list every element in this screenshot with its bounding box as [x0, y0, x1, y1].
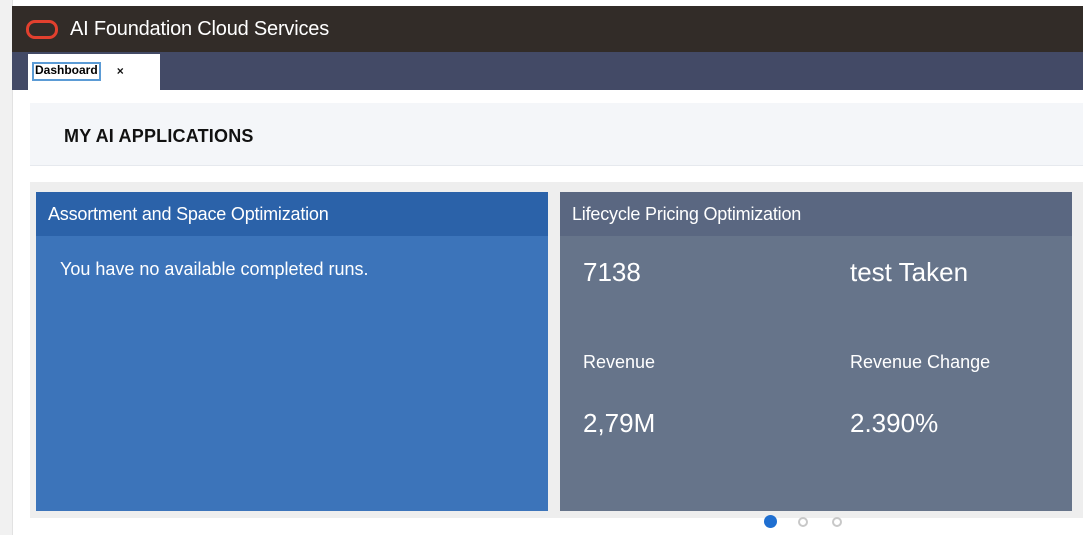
pager-dot-1[interactable] — [764, 515, 777, 528]
section-title: MY AI APPLICATIONS — [64, 126, 254, 146]
pager-dot-3[interactable] — [832, 516, 842, 527]
card-aso-message: You have no available completed runs. — [60, 259, 369, 279]
tab-dashboard-label[interactable]: Dashboard — [32, 62, 101, 81]
card-aso-header: Assortment and Space Optimization — [36, 192, 548, 236]
pager-dot-2[interactable] — [798, 516, 808, 527]
card-lpo-metric-label: test Taken — [850, 257, 969, 287]
carousel-pager — [764, 515, 866, 528]
tab-dashboard[interactable]: Dashboard × — [28, 54, 160, 90]
card-lpo-revenue-change-label: Revenue Change — [850, 352, 991, 372]
section-header: MY AI APPLICATIONS — [30, 103, 1083, 166]
card-lpo-metric-value: 7138 — [583, 257, 641, 287]
card-assortment-space-optimization[interactable]: Assortment and Space Optimization You ha… — [36, 192, 548, 511]
card-lpo-title: Lifecycle Pricing Optimization — [572, 203, 802, 224]
card-lpo-header: Lifecycle Pricing Optimization — [560, 192, 1072, 236]
app-title: AI Foundation Cloud Services — [70, 17, 329, 40]
oracle-logo-icon — [26, 19, 58, 39]
card-lpo-revenue-label: Revenue — [583, 352, 656, 372]
card-lpo-revenue-value: 2,79M — [583, 408, 656, 438]
tab-close-icon[interactable]: × — [117, 64, 124, 78]
card-lpo-revenue-change-value: 2.390% — [850, 408, 939, 438]
card-aso-title: Assortment and Space Optimization — [48, 203, 329, 224]
card-lifecycle-pricing-optimization[interactable]: Lifecycle Pricing Optimization 7138 test… — [560, 192, 1072, 511]
app-titlebar: AI Foundation Cloud Services — [12, 6, 1083, 52]
tab-bar: Dashboard × — [12, 52, 1083, 90]
